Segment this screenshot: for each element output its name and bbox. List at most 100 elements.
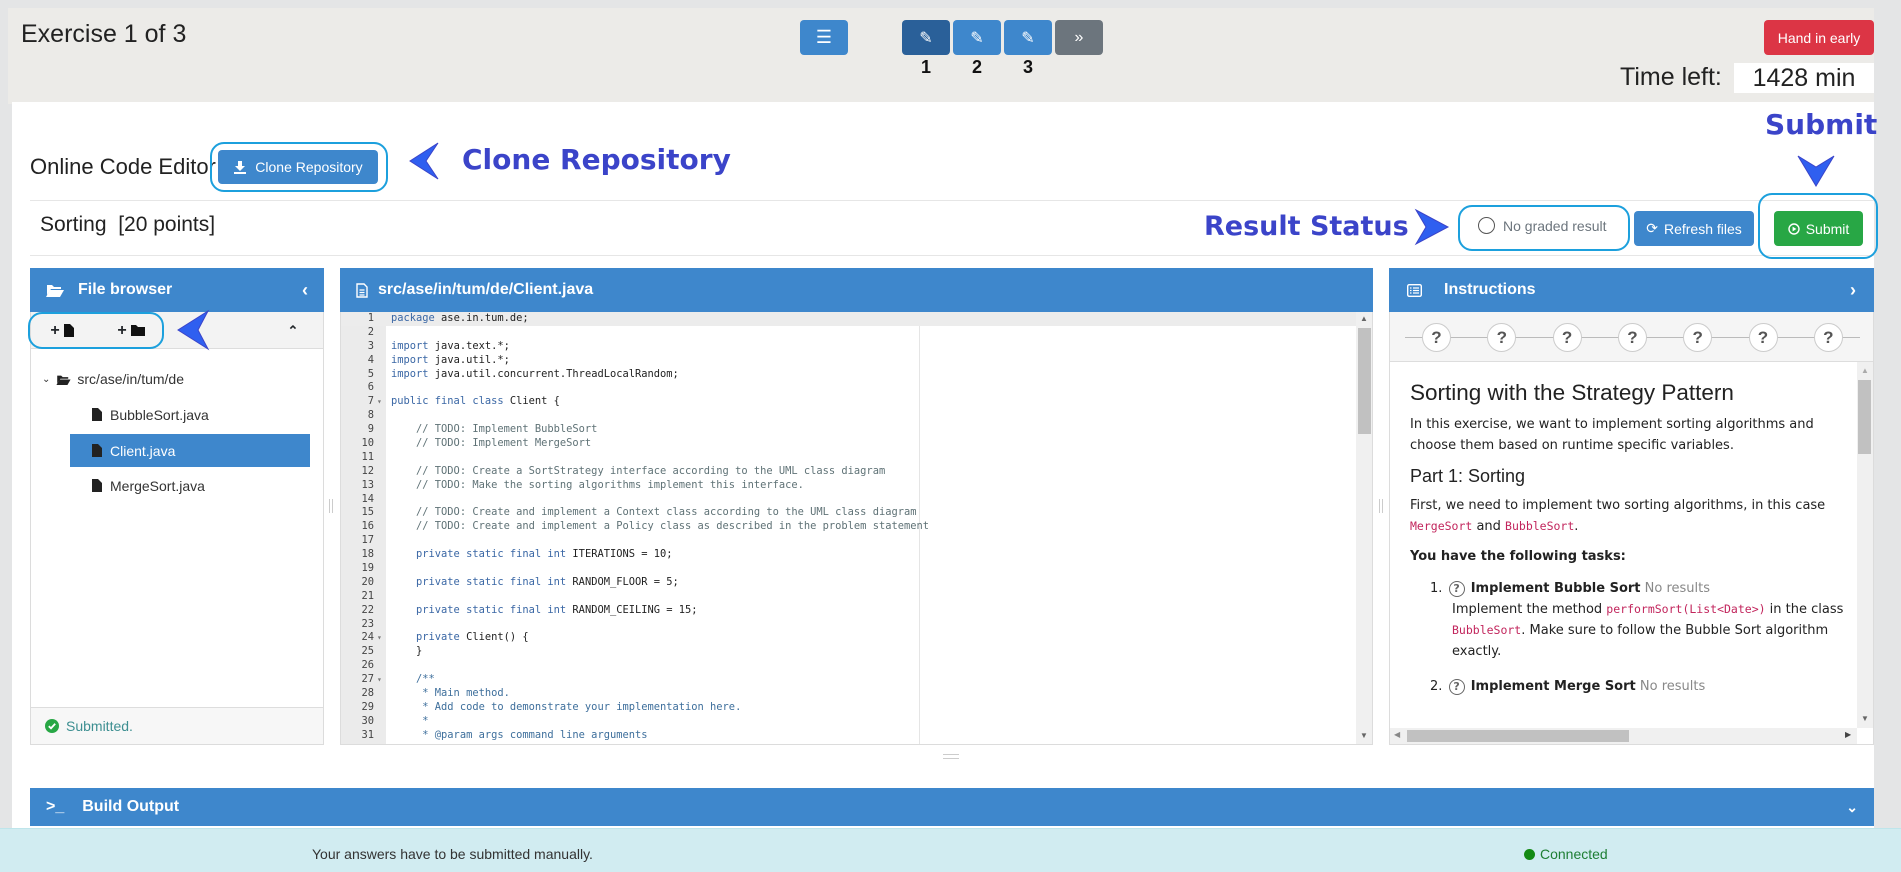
task-step-question-icon[interactable]: ? [1683,323,1713,352]
file-icon [63,324,74,337]
exercise-nav-button-1[interactable]: ✎ [902,20,950,55]
tree-folder[interactable]: ⌄ src/ase/in/tum/de [42,371,184,387]
code-text: // TODO: Create and implement a Context … [391,506,917,519]
line-number: 11 [361,450,374,463]
code-text: /** [391,673,435,686]
question-circle-icon[interactable]: ? [1448,581,1465,597]
folder-open-icon [56,375,71,385]
line-number: 9 [367,423,374,436]
clone-repository-button[interactable]: Clone Repository [218,150,378,184]
collapse-all-button[interactable]: ⌃ [278,313,308,348]
code-text: private static final int RANDOM_CEILING … [391,603,698,616]
task-step-question-icon[interactable]: ? [1552,323,1582,352]
collapse-right-icon[interactable]: › [1850,280,1856,301]
line-number: 12 [361,464,374,477]
file-browser-title: File browser [78,281,173,298]
code-text: // TODO: Create and implement a Policy c… [391,520,929,533]
submission-status-text: Submitted. [66,718,133,734]
line-number: 15 [361,506,374,519]
instructions-header: Instructions › [1389,268,1874,312]
file-tree-item[interactable]: BubbleSort.java [70,398,310,431]
manual-submission-notice: Your answers have to be submitted manual… [312,846,593,862]
inline-code: performSort(List<Date>) [1606,602,1766,616]
submit-label: Submit [1805,220,1850,237]
code-line: 10 // TODO: Implement MergeSort [341,437,1356,451]
exercise-nav-button-3[interactable]: ✎ [1004,20,1052,55]
code-line: 31 * @param args command line arguments [341,729,1356,743]
code-line: 3 import java.text.*; [341,340,1356,354]
folder-icon [130,325,145,336]
line-number: 17 [361,534,374,547]
task-step-question-icon[interactable]: ? [1617,323,1647,352]
collapse-left-icon[interactable]: ‹ [302,280,308,301]
code-area[interactable]: 1 package ase.in.tum.de; 2 3 import java.tex… [341,312,1356,744]
code-line: 2 [341,326,1356,340]
text: Implement the method [1452,602,1607,617]
connection-status-text: Connected [1540,846,1608,862]
question-circle-icon[interactable]: ? [1448,679,1465,695]
resize-handle-right[interactable] [1379,499,1383,513]
connected-dot-icon [1524,848,1535,860]
code-line: 11 [341,451,1356,465]
fold-arrow-icon[interactable]: ▾ [377,673,386,687]
instructions-hscroll-thumb[interactable] [1407,730,1629,742]
scroll-up-arrow-icon[interactable]: ▲ [1861,366,1869,375]
line-number: 31 [361,728,374,741]
chevron-down-icon[interactable]: ⌄ [1846,799,1858,816]
code-text: * Add code to demonstrate your implement… [391,700,742,713]
exam-overview-menu-button[interactable]: ☰ [800,20,848,55]
terminal-icon: >_ [46,798,65,815]
add-file-button[interactable]: + [40,313,84,348]
fold-arrow-icon[interactable]: ▾ [377,395,386,409]
task-step-question-icon[interactable]: ? [1813,323,1843,352]
scroll-down-arrow-icon[interactable]: ▼ [1360,731,1368,740]
exercise-nav-next-button[interactable]: » [1055,20,1103,55]
fold-arrow-icon[interactable]: ▾ [377,631,386,645]
instructions-scrollbar-thumb[interactable] [1858,380,1871,454]
line-number: 13 [361,478,374,491]
line-number: 4 [367,353,374,366]
hand-in-early-button[interactable]: Hand in early [1764,20,1874,55]
code-line: 26 [341,659,1356,673]
scroll-up-arrow-icon[interactable]: ▲ [1360,314,1368,323]
instructions-title: Instructions [1444,281,1536,298]
line-number: 30 [361,714,374,727]
list-icon [1407,283,1422,297]
editor-scrollbar-thumb[interactable] [1358,328,1371,434]
refresh-files-button[interactable]: ⟳ Refresh files [1634,211,1754,246]
code-text: import java.text.*; [391,339,510,352]
edit-icon: ✎ [970,29,984,47]
code-text: package ase.in.tum.de; [391,312,529,324]
line-number: 10 [361,437,374,450]
exercise-nav-number: 3 [1022,57,1033,77]
file-tree-item[interactable]: MergeSort.java [70,469,310,502]
scroll-right-arrow-icon[interactable]: ▶ [1845,730,1851,739]
scroll-left-arrow-icon[interactable]: ◀ [1394,730,1400,739]
line-number: 21 [361,589,374,602]
add-folder-button[interactable]: + [106,313,156,348]
scroll-down-arrow-icon[interactable]: ▼ [1861,714,1869,723]
build-output-bar[interactable]: >_ Build Output ⌄ [30,788,1874,826]
resize-handle-bottom[interactable] [943,754,959,759]
resize-handle-left[interactable] [329,499,333,513]
file-name: Client.java [110,442,176,459]
submit-button[interactable]: Submit [1774,211,1863,246]
file-tree-item-active[interactable]: Client.java [70,434,310,467]
exercise-nav-button-2[interactable]: ✎ [953,20,1001,55]
task-number: 2. [1430,679,1443,694]
task-step-question-icon[interactable]: ? [1422,323,1451,352]
text: in the class [1765,602,1844,617]
plus-icon: + [117,321,127,339]
code-text: // TODO: Create a SortStrategy interface… [391,464,886,477]
task-step-question-icon[interactable]: ? [1748,323,1778,352]
